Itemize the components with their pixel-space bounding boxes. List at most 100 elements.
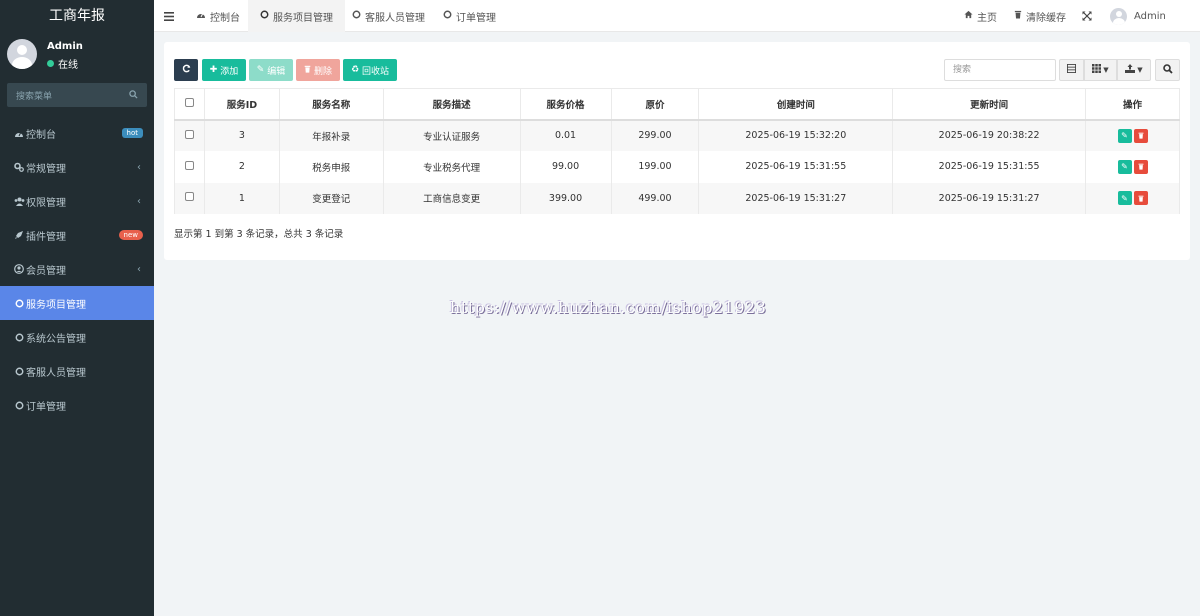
avatar [7,39,37,69]
cell-original-price: 199.00 [610,151,700,183]
circle-o-icon [352,10,361,22]
chevron-left-icon: ‹ [137,264,141,275]
sidebar-item-dashboard[interactable]: 控制台 hot [0,116,154,150]
column-header[interactable]: 服务价格 [519,88,612,121]
service-table: 服务ID 服务名称 服务描述 服务价格 原价 创建时间 更新时间 操作 3 年报… [174,88,1180,214]
home-link[interactable]: 主页 [964,0,997,32]
topbar: 控制台 服务项目管理 客服人员管理 订单管理 主页 清除缓存 Admin [154,0,1200,32]
sidebar-item-customer-service[interactable]: 客服人员管理 [0,354,154,388]
circle-o-icon [260,10,269,22]
cell-actions: ✎ [1085,119,1180,151]
row-edit-button[interactable]: ✎ [1117,159,1132,174]
sidebar-item-label: 控制台 [26,129,56,141]
column-header[interactable]: 服务ID [203,88,280,121]
columns-dropdown-button[interactable]: ▼ [1084,59,1117,81]
sidebar-item-service-projects[interactable]: 服务项目管理 [0,286,154,320]
menu-toggle-icon[interactable] [164,0,174,32]
row-delete-button[interactable] [1133,191,1148,206]
new-badge: new [118,230,143,240]
user-circle-icon [12,264,26,274]
tab-service-projects[interactable]: 服务项目管理 [248,0,345,32]
grid-icon [1092,64,1102,76]
users-icon [12,197,26,206]
clear-cache-button[interactable]: 清除缓存 [1014,0,1066,32]
circle-o-icon [12,299,26,308]
clear-cache-label: 清除缓存 [1026,12,1066,24]
pencil-icon: ✎ [1121,193,1128,203]
tab-customer-service[interactable]: 客服人员管理 [340,0,437,32]
user-name: Admin [47,41,83,52]
sidebar-item-permissions[interactable]: 权限管理 ‹ [0,184,154,218]
cell-price: 0.01 [519,119,612,151]
search-button[interactable] [1155,59,1180,81]
edit-button[interactable]: ✎ 编辑 [249,59,293,81]
hot-badge: hot [121,128,143,138]
trash-icon [1138,132,1143,139]
select-all-checkbox[interactable] [184,97,194,107]
table-row[interactable]: 3 年报补录 专业认证服务 0.01 299.00 2025-06-19 15:… [174,119,1180,151]
cell-name: 年报补录 [278,119,384,151]
sidebar-item-label: 权限管理 [26,197,66,209]
circle-o-icon [12,333,26,342]
refresh-icon [182,64,191,76]
caret-down-icon: ▼ [1103,66,1109,74]
pencil-icon: ✎ [1121,162,1128,172]
table-row[interactable]: 1 变更登记 工商信息变更 399.00 499.00 2025-06-19 1… [174,182,1180,214]
toggle-view-button[interactable] [1059,59,1084,81]
column-header[interactable]: 服务名称 [278,88,384,121]
fullscreen-icon[interactable] [1082,0,1092,32]
recycle-icon: ♻ [350,65,360,75]
sidebar-item-members[interactable]: 会员管理 ‹ [0,252,154,286]
tab-dashboard[interactable]: 控制台 [184,0,252,32]
home-label: 主页 [977,12,997,24]
sidebar-item-plugins[interactable]: 插件管理 new [0,218,154,252]
cell-id: 1 [203,182,280,214]
sidebar-item-label: 插件管理 [26,231,66,243]
column-header[interactable]: 更新时间 [892,88,1087,121]
cell-created-at: 2025-06-19 15:32:20 [698,119,894,151]
row-delete-button[interactable] [1133,159,1148,174]
cell-id: 3 [203,119,280,151]
row-checkbox[interactable] [184,160,194,170]
cell-description: 工商信息变更 [382,182,521,214]
row-delete-button[interactable] [1133,128,1148,143]
list-icon [1067,64,1076,76]
sidebar-search-input[interactable]: 搜索菜单 [7,83,147,107]
table-row[interactable]: 2 税务申报 专业税务代理 99.00 199.00 2025-06-19 15… [174,151,1180,183]
sidebar-item-orders[interactable]: 订单管理 [0,388,154,422]
cogs-icon [12,162,26,172]
rocket-icon [12,230,26,240]
plus-icon: ✚ [209,65,218,75]
sidebar-item-general[interactable]: 常规管理 ‹ [0,150,154,184]
trash-icon [1014,10,1022,22]
user-menu-label: Admin [1134,10,1166,22]
cell-actions: ✎ [1085,151,1180,183]
row-edit-button[interactable]: ✎ [1117,191,1132,206]
search-icon [1162,63,1173,77]
sidebar-item-announcements[interactable]: 系统公告管理 [0,320,154,354]
delete-button[interactable]: 删除 [296,59,340,81]
cell-created-at: 2025-06-19 15:31:27 [698,182,894,214]
tab-orders[interactable]: 订单管理 [431,0,508,32]
recycle-bin-button[interactable]: ♻ 回收站 [343,59,397,81]
table-search-input[interactable]: 搜索 [944,59,1056,81]
watermark: https://www.huzhan.com/ishop21923 [450,298,767,317]
sidebar-item-label: 系统公告管理 [26,333,86,345]
caret-down-icon: ▼ [1137,66,1143,74]
trash-icon [1138,195,1143,202]
row-checkbox[interactable] [184,192,194,202]
app-logo[interactable]: 工商年报 [0,0,154,32]
dashboard-icon [12,129,26,138]
column-header[interactable]: 服务描述 [382,88,521,121]
column-header[interactable]: 创建时间 [698,88,894,121]
refresh-button[interactable] [174,59,198,81]
cell-actions: ✎ [1085,182,1180,214]
sidebar-item-label: 客服人员管理 [26,367,86,379]
row-checkbox[interactable] [184,129,194,139]
column-header[interactable]: 原价 [610,88,700,121]
user-menu[interactable]: Admin [1110,0,1166,32]
row-edit-button[interactable]: ✎ [1117,128,1132,143]
export-dropdown-button[interactable]: ▼ [1117,59,1151,81]
row-select-cell [174,119,205,151]
add-button[interactable]: ✚ 添加 [202,59,246,81]
